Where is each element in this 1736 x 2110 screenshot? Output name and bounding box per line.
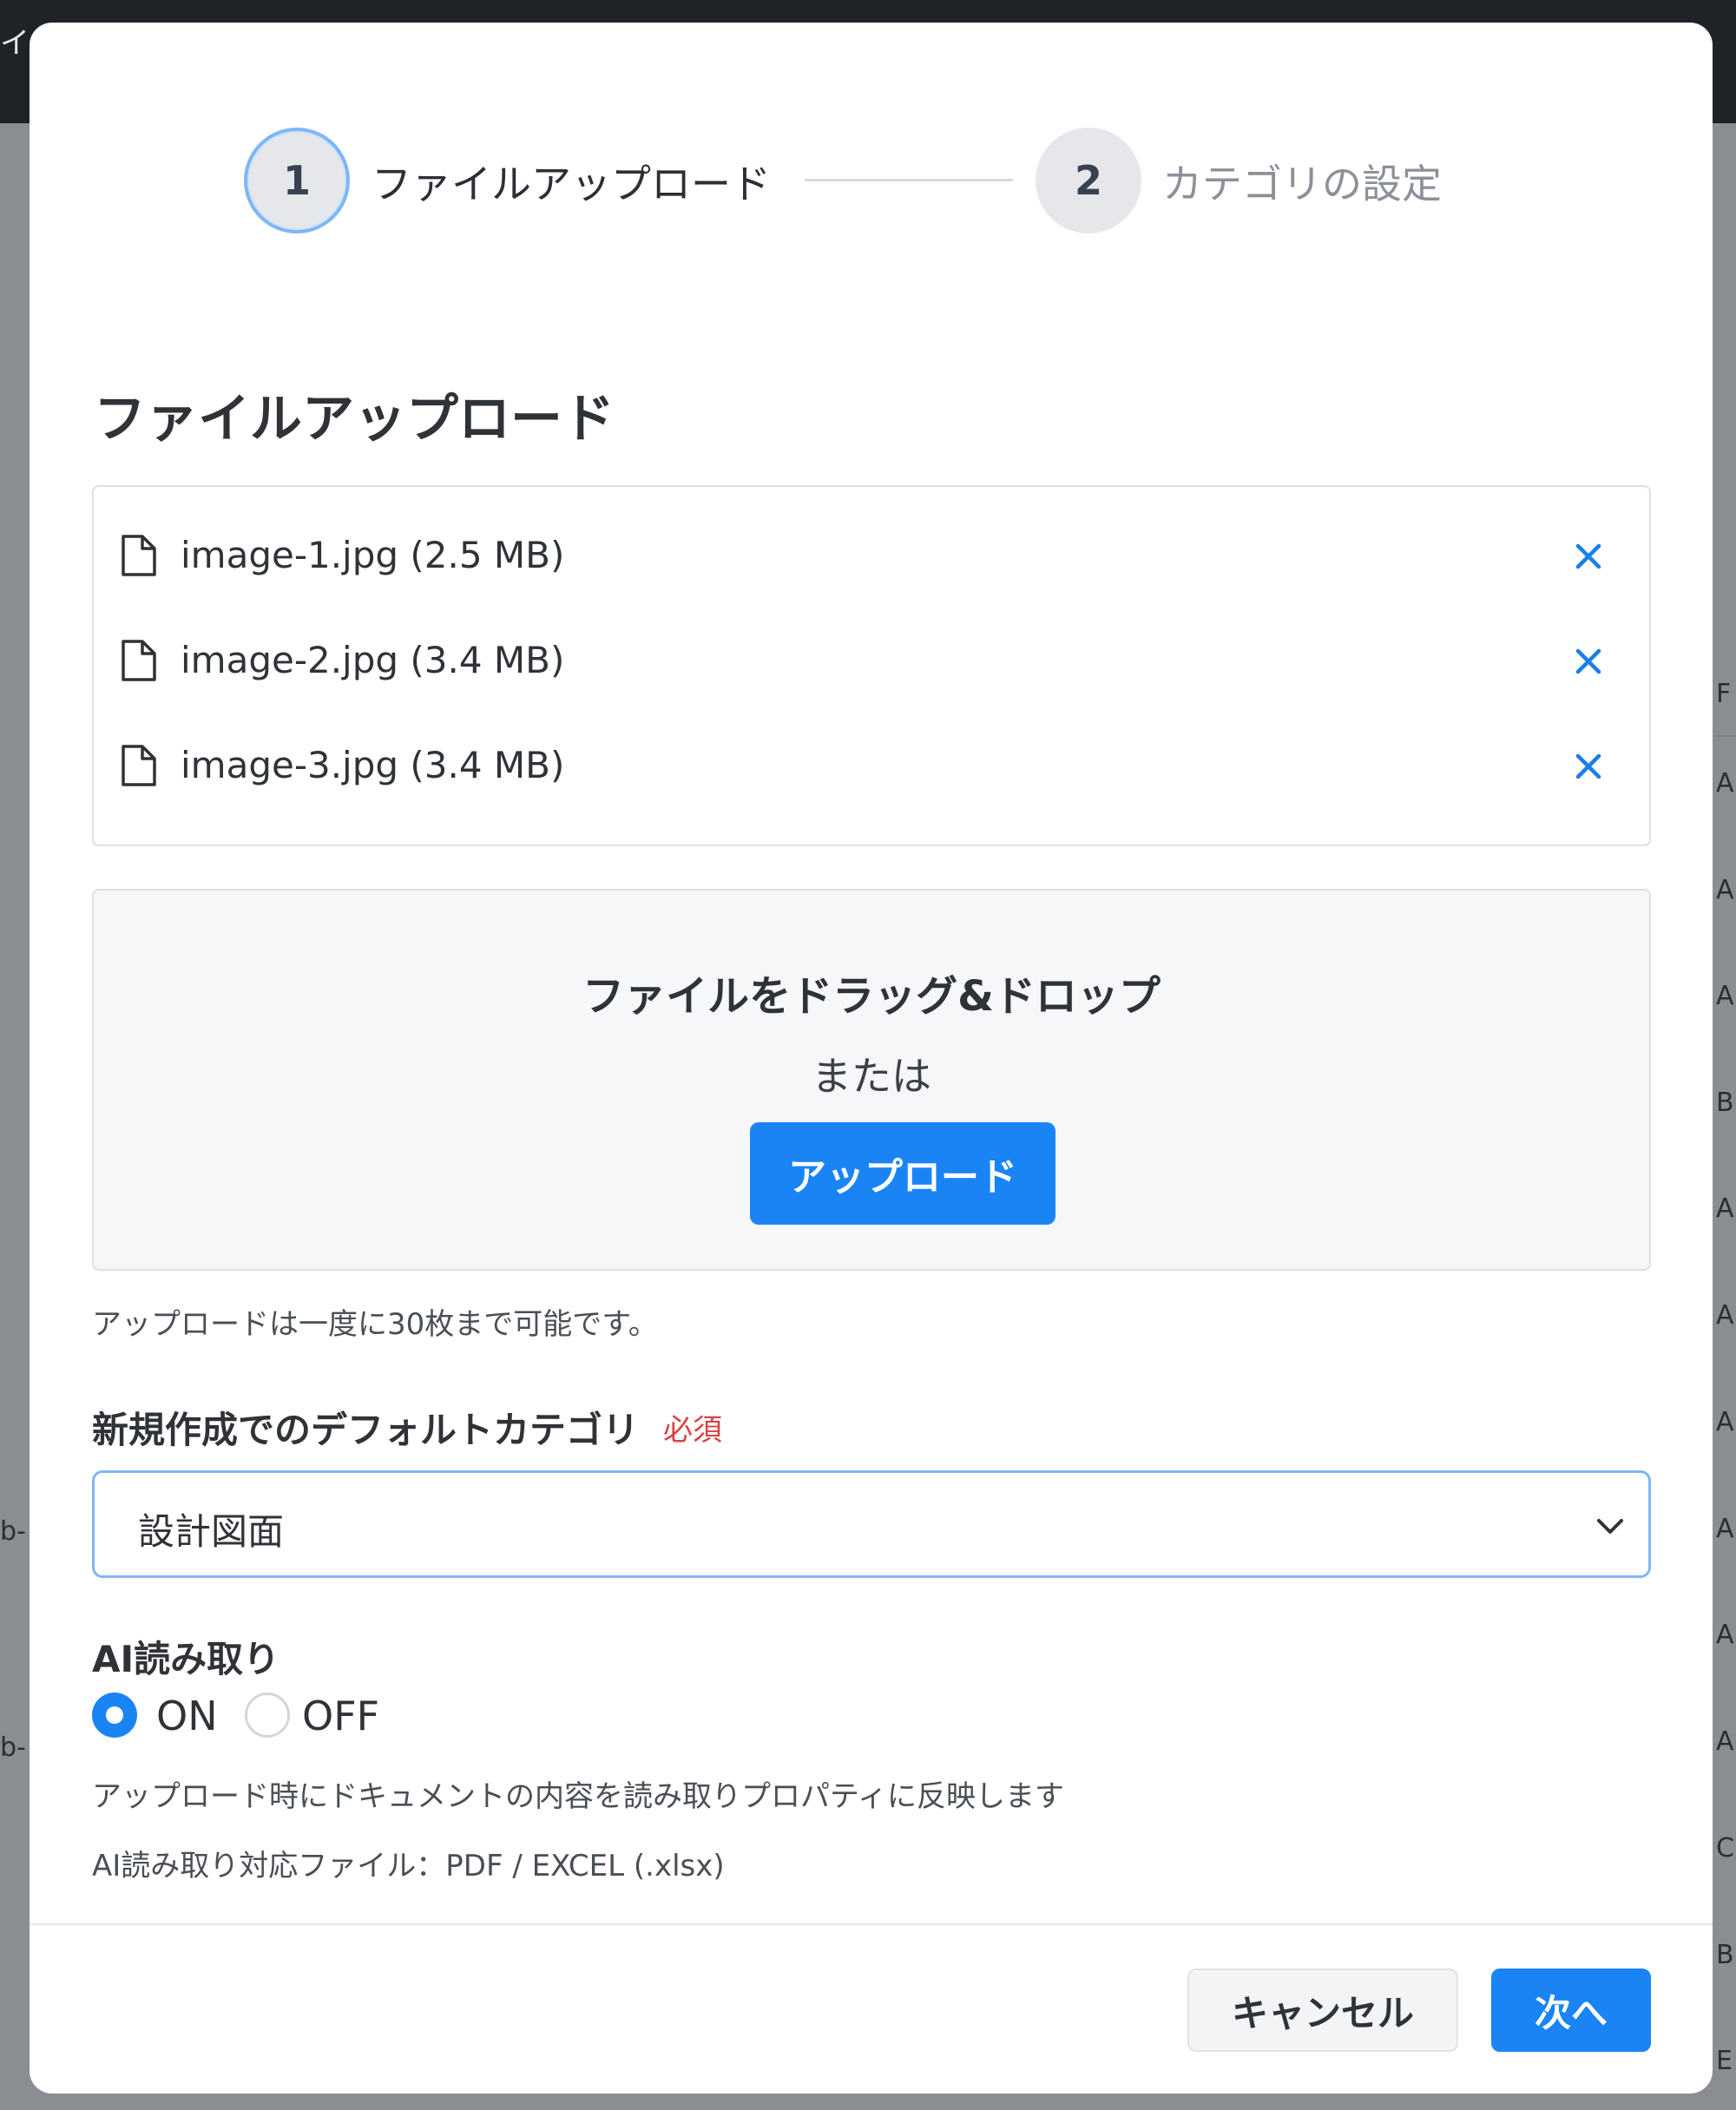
background-title: イ	[0, 26, 30, 61]
background-cell: b-	[0, 1732, 26, 1763]
step-1-indicator: 1	[244, 128, 350, 233]
background-row-divider	[1714, 735, 1736, 737]
ai-reading-off-radio[interactable]	[245, 1693, 290, 1738]
file-row: image-1.jpg (2.5 MB)	[94, 522, 1649, 591]
ai-reading-label: AI読み取り	[92, 1638, 280, 1680]
step-2-indicator: 2	[1036, 128, 1141, 233]
section-title: ファイルアップロード	[94, 389, 615, 450]
upload-limit-hint: アップロードは一度に30枚まで可能です。	[92, 1307, 658, 1342]
required-badge: 必須	[663, 1413, 722, 1448]
background-cell: B	[1716, 1088, 1734, 1118]
background-cell: B	[1716, 1940, 1734, 1970]
step-connector	[805, 179, 1013, 181]
background-cell: A	[1716, 768, 1734, 799]
file-icon	[122, 535, 156, 576]
step-2-label: カテゴリの設定	[1162, 161, 1442, 207]
background-cell: C	[1716, 1833, 1734, 1864]
file-name: image-3.jpg (3.4 MB)	[181, 744, 565, 786]
background-cell: A	[1716, 1407, 1734, 1437]
ai-reading-description: アップロード時にドキュメントの内容を読み取りプロパティに反映します	[92, 1779, 1064, 1814]
background-cell: A	[1716, 1726, 1734, 1757]
close-icon[interactable]	[1569, 747, 1608, 785]
background-cell: b-	[0, 1516, 26, 1547]
file-row: image-2.jpg (3.4 MB)	[94, 627, 1649, 696]
file-row: image-3.jpg (3.4 MB)	[94, 732, 1649, 801]
upload-button[interactable]: アップロード	[750, 1122, 1055, 1225]
stepper: 1 ファイルアップロード 2 カテゴリの設定	[30, 23, 1713, 248]
file-name: image-1.jpg (2.5 MB)	[181, 534, 565, 576]
ai-reading-on-radio[interactable]	[92, 1693, 137, 1738]
background-cell: A	[1716, 1620, 1734, 1650]
dropzone-or-text: または	[812, 1053, 931, 1100]
modal-footer: キャンセル 次へ	[30, 1923, 1713, 2094]
upload-modal: 1 ファイルアップロード 2 カテゴリの設定 ファイルアップロード image-…	[30, 23, 1713, 2094]
background-cell: A	[1716, 1193, 1734, 1224]
background-cell: A	[1716, 875, 1734, 905]
ai-reading-off-label[interactable]: OFF	[302, 1693, 379, 1739]
select-value: 設計図面	[138, 1510, 285, 1553]
background-table-column: F A A A B A A A A A A C B E	[1714, 123, 1736, 2110]
cancel-button[interactable]: キャンセル	[1187, 1969, 1458, 2052]
step-1-label: ファイルアップロード	[372, 161, 771, 207]
file-name: image-2.jpg (3.4 MB)	[181, 639, 565, 681]
default-category-select[interactable]: 設計図面	[92, 1470, 1651, 1578]
file-list: image-1.jpg (2.5 MB) image-2.jpg (3.4 MB…	[92, 485, 1651, 846]
close-icon[interactable]	[1569, 537, 1608, 575]
ai-reading-on-label[interactable]: ON	[156, 1693, 218, 1739]
file-dropzone[interactable]: ファイルをドラッグ&ドロップ または アップロード	[92, 889, 1651, 1271]
background-cell: A	[1716, 981, 1734, 1011]
file-icon	[122, 640, 156, 681]
close-icon[interactable]	[1569, 642, 1608, 680]
dropzone-title: ファイルをドラッグ&ドロップ	[582, 972, 1161, 1021]
next-button[interactable]: 次へ	[1491, 1969, 1651, 2052]
chevron-down-icon	[1597, 1519, 1623, 1534]
default-category-label: 新規作成でのデフォルトカテゴリ	[92, 1409, 640, 1451]
background-cell: A	[1716, 1300, 1734, 1331]
file-icon	[122, 745, 156, 786]
background-cell: A	[1716, 1514, 1734, 1544]
ai-supported-files: AI読み取り対応ファイル：PDF / EXCEL (.xlsx)	[92, 1849, 725, 1883]
background-cell: E	[1716, 2046, 1733, 2076]
background-cell: F	[1716, 679, 1732, 709]
